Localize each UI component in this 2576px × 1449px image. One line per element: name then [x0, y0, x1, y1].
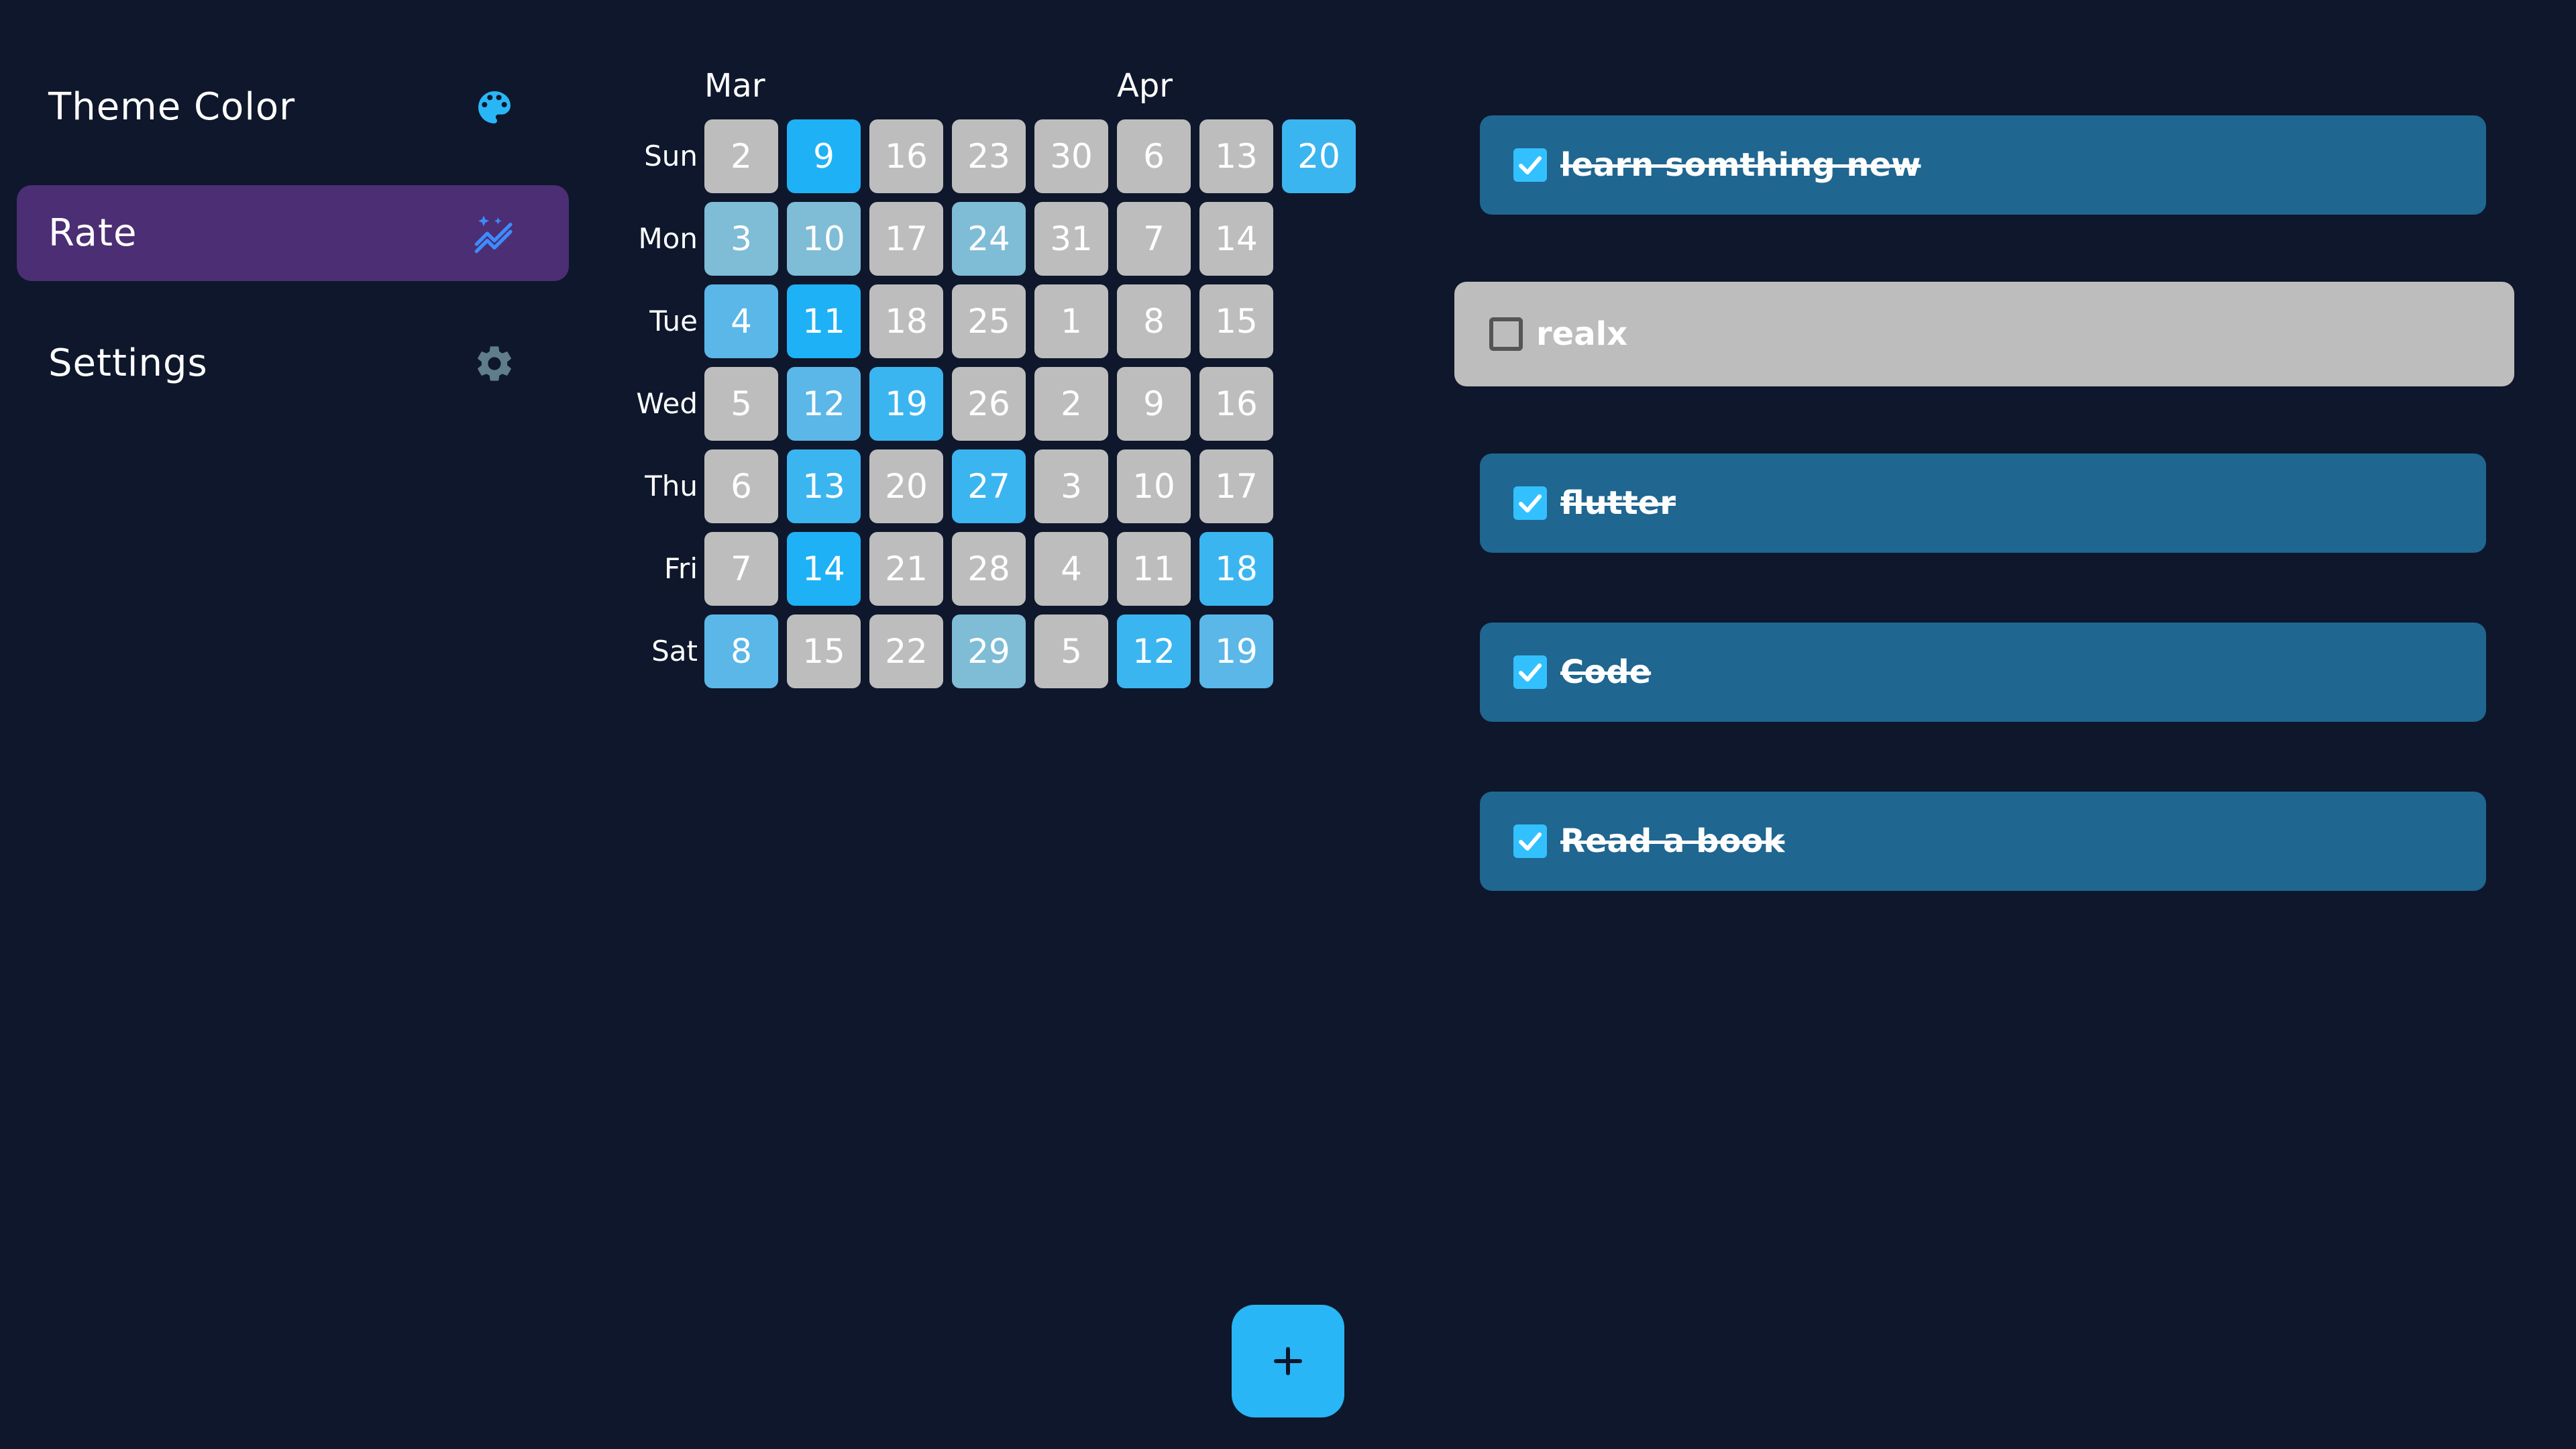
task-label: realx	[1536, 315, 1628, 353]
weekday-label: Fri	[663, 552, 698, 585]
day-cell[interactable]: 5	[1034, 614, 1108, 688]
day-cell[interactable]: 13	[787, 449, 861, 523]
task-item[interactable]: Read a book	[1480, 792, 2486, 891]
sidebar-item-settings[interactable]: Settings	[17, 315, 569, 411]
plus-icon	[1274, 1347, 1302, 1375]
weekday-label: Wed	[636, 387, 698, 420]
sidebar-item-theme-color[interactable]: Theme Color	[17, 59, 569, 155]
day-cell[interactable]: 21	[869, 532, 943, 606]
day-cell[interactable]: 18	[869, 284, 943, 358]
day-cell[interactable]: 25	[952, 284, 1026, 358]
day-cell[interactable]: 10	[787, 202, 861, 276]
day-cell[interactable]: 7	[1117, 202, 1191, 276]
day-cell[interactable]: 11	[787, 284, 861, 358]
day-cell[interactable]: 14	[1199, 202, 1273, 276]
day-cell[interactable]: 1	[1034, 284, 1108, 358]
add-task-button[interactable]	[1232, 1305, 1344, 1417]
auto-graph-icon	[473, 212, 516, 255]
day-cell[interactable]: 11	[1117, 532, 1191, 606]
weekday-label: Sat	[651, 635, 698, 667]
task-label: Code	[1560, 653, 1652, 691]
sidebar-item-label: Rate	[48, 211, 138, 255]
day-cell[interactable]: 9	[1117, 367, 1191, 441]
day-cell[interactable]: 13	[1199, 119, 1273, 193]
day-cell[interactable]: 8	[704, 614, 778, 688]
day-cell[interactable]: 31	[1034, 202, 1108, 276]
task-item[interactable]: Code	[1480, 623, 2486, 722]
day-cell[interactable]: 18	[1199, 532, 1273, 606]
day-cell[interactable]: 15	[1199, 284, 1273, 358]
day-cell[interactable]: 15	[787, 614, 861, 688]
day-cell[interactable]: 17	[869, 202, 943, 276]
day-cell[interactable]: 3	[1034, 449, 1108, 523]
sidebar: Theme Color Rate Settings	[0, 0, 590, 1449]
day-cell[interactable]: 17	[1199, 449, 1273, 523]
day-cell[interactable]: 24	[952, 202, 1026, 276]
month-label: Apr	[1117, 67, 1173, 105]
task-item[interactable]: learn somthing new	[1480, 115, 2486, 215]
sidebar-item-rate[interactable]: Rate	[17, 185, 569, 281]
weekday-label: Thu	[645, 470, 698, 502]
day-cell[interactable]: 14	[787, 532, 861, 606]
day-cell[interactable]: 10	[1117, 449, 1191, 523]
day-cell[interactable]: 2	[704, 119, 778, 193]
day-cell[interactable]: 19	[1199, 614, 1273, 688]
day-cell[interactable]: 6	[704, 449, 778, 523]
month-label: Mar	[704, 67, 765, 105]
day-cell[interactable]: 8	[1117, 284, 1191, 358]
day-cell[interactable]: 30	[1034, 119, 1108, 193]
day-cell[interactable]: 9	[787, 119, 861, 193]
day-cell[interactable]: 7	[704, 532, 778, 606]
day-cell[interactable]: 20	[869, 449, 943, 523]
day-cell[interactable]: 22	[869, 614, 943, 688]
checkbox-checked-icon[interactable]	[1513, 148, 1547, 182]
day-cell[interactable]: 5	[704, 367, 778, 441]
task-item[interactable]: realx	[1454, 282, 2514, 386]
task-label: flutter	[1560, 484, 1676, 522]
task-item[interactable]: flutter	[1480, 453, 2486, 553]
day-cell[interactable]: 26	[952, 367, 1026, 441]
palette-icon	[473, 86, 516, 129]
sidebar-item-label: Theme Color	[48, 85, 296, 129]
day-cell[interactable]: 23	[952, 119, 1026, 193]
weekday-label: Mon	[638, 222, 698, 255]
checkbox-empty-icon[interactable]	[1489, 317, 1523, 351]
checkbox-checked-icon[interactable]	[1513, 486, 1547, 520]
day-cell[interactable]: 29	[952, 614, 1026, 688]
sidebar-item-label: Settings	[48, 341, 208, 385]
weekday-label: Tue	[649, 305, 698, 337]
day-cell[interactable]: 12	[787, 367, 861, 441]
task-list: learn somthing new realx flutter Code Read a…	[1449, 0, 2522, 939]
day-cell[interactable]: 12	[1117, 614, 1191, 688]
day-cell[interactable]: 27	[952, 449, 1026, 523]
heatmap-calendar: Mar Apr Sun Mon Tue Wed Thu Fri Sat 2 3 4 5 6 7 8 9 10…	[624, 67, 1382, 698]
day-cell[interactable]: 4	[704, 284, 778, 358]
day-cell[interactable]: 19	[869, 367, 943, 441]
checkbox-checked-icon[interactable]	[1513, 655, 1547, 689]
day-cell[interactable]: 20	[1282, 119, 1356, 193]
gear-icon	[473, 342, 516, 385]
day-cell[interactable]: 28	[952, 532, 1026, 606]
day-cell[interactable]: 16	[1199, 367, 1273, 441]
checkbox-checked-icon[interactable]	[1513, 824, 1547, 858]
task-label: learn somthing new	[1560, 146, 1921, 184]
day-cell[interactable]: 16	[869, 119, 943, 193]
day-cell[interactable]: 3	[704, 202, 778, 276]
weekday-label: Sun	[644, 140, 698, 172]
day-cell[interactable]: 2	[1034, 367, 1108, 441]
task-label: Read a book	[1560, 822, 1785, 860]
day-cell[interactable]: 6	[1117, 119, 1191, 193]
day-cell[interactable]: 4	[1034, 532, 1108, 606]
